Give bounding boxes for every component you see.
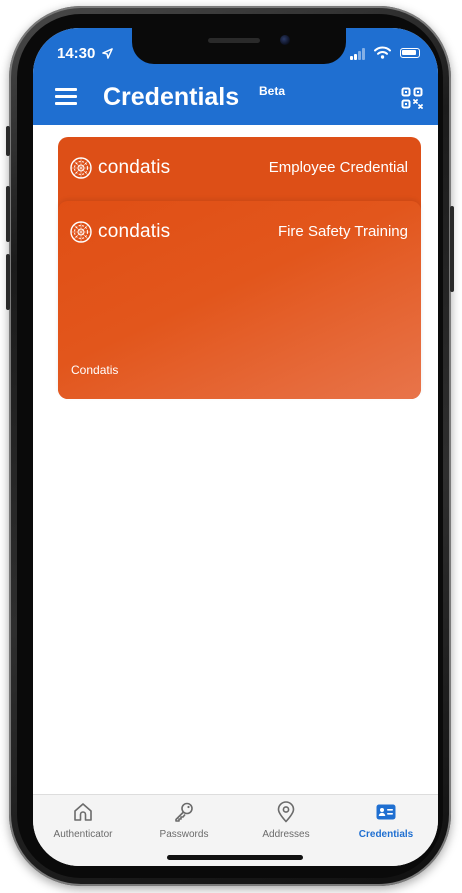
card-brand: condatis [70,157,170,179]
power-button [450,206,454,292]
wifi-icon [374,46,391,59]
page-title: Credentials [103,83,240,111]
tab-authenticator[interactable]: Authenticator [33,801,133,851]
home-icon [74,803,92,821]
tab-addresses[interactable]: Addresses [236,801,336,851]
card-title: Fire Safety Training [277,223,408,240]
tab-label: Authenticator [53,829,113,840]
mute-switch [6,126,10,156]
location-pin-icon [277,801,295,823]
volume-down-button [6,254,10,310]
menu-button[interactable] [55,88,77,106]
app-screenshot: 14:30 Credentials Beta condatis Employee… [0,0,462,893]
status-time: 14:30 [57,45,113,62]
beta-badge: Beta [259,84,286,98]
condatis-logo-icon [70,157,92,179]
battery-icon [400,48,420,58]
condatis-logo-icon [70,221,92,243]
hamburger-menu-icon [55,88,77,91]
key-icon [175,802,193,822]
tab-label: Credentials [358,829,414,840]
brand-name: condatis [98,221,171,242]
tab-label: Addresses [262,829,310,840]
tab-label: Passwords [159,829,209,840]
credentials-list: condatis Employee Credential condatis Fi… [33,125,438,794]
front-camera [280,35,290,45]
credential-card-fire-safety[interactable]: condatis Fire Safety Training Condatis [58,201,421,399]
card-title: Employee Credential [268,159,408,176]
status-icons [350,46,420,62]
volume-up-button [6,186,10,242]
bottom-tab-bar: Authenticator Passwords Addresses Creden… [33,794,438,866]
phone-screen: 14:30 Credentials Beta condatis Employee… [33,28,438,866]
card-brand: condatis [70,221,170,243]
id-card-icon [376,804,396,820]
notch [132,28,346,64]
cellular-signal-icon [350,46,368,60]
location-arrow-icon [101,48,113,59]
status-time-text: 14:30 [57,45,96,62]
speaker-grille [208,38,260,43]
brand-name: condatis [98,157,171,178]
home-indicator[interactable] [167,855,303,860]
qr-code-icon [401,87,423,109]
tab-passwords[interactable]: Passwords [134,801,234,851]
tab-credentials[interactable]: Credentials [336,801,436,851]
credential-card-stack: condatis Employee Credential condatis Fi… [58,137,421,399]
card-issuer: Condatis [71,363,119,377]
qr-scan-button[interactable] [401,87,423,109]
